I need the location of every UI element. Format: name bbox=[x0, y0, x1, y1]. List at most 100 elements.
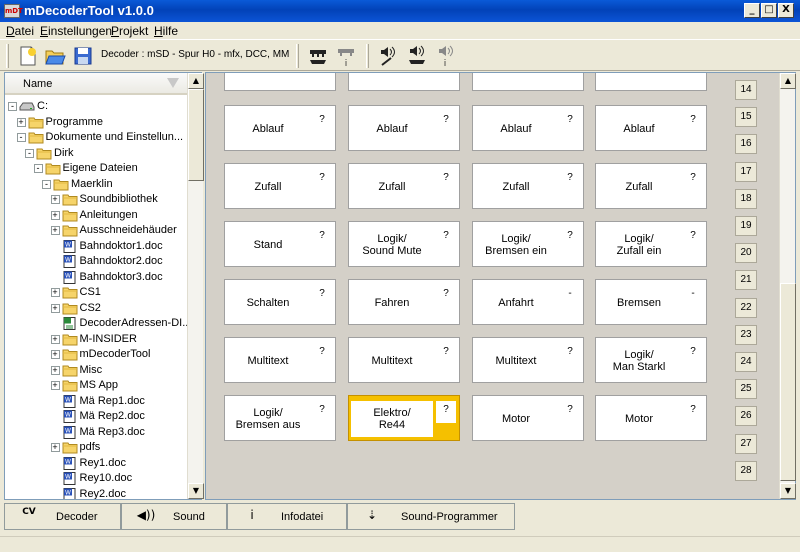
tab-decoder[interactable]: CV Decoder bbox=[4, 503, 121, 530]
expand-icon[interactable]: + bbox=[50, 443, 60, 452]
sound-slot[interactable]: Multitext? bbox=[224, 337, 336, 383]
minimize-button[interactable]: _ bbox=[744, 3, 760, 18]
sound-slot-status[interactable]: ? bbox=[436, 343, 456, 365]
sound-slot[interactable]: Multitext? bbox=[348, 337, 460, 383]
sound-write-icon[interactable] bbox=[377, 45, 399, 67]
slot-number-button[interactable]: 25 bbox=[735, 379, 757, 400]
scroll-down-button[interactable]: ▼ bbox=[188, 483, 204, 499]
sound-slot[interactable]: Ablauf? bbox=[472, 105, 584, 151]
sound-slot[interactable]: Schalten? bbox=[224, 279, 336, 325]
slot-number-button[interactable]: 26 bbox=[735, 406, 757, 427]
tree-item[interactable]: - Eigene Dateien bbox=[5, 161, 187, 176]
slot-number-button[interactable]: 15 bbox=[735, 107, 757, 128]
expand-icon[interactable]: + bbox=[50, 334, 60, 344]
open-folder-icon[interactable] bbox=[44, 45, 66, 67]
sound-slot[interactable] bbox=[595, 73, 707, 91]
slot-number-button[interactable]: 17 bbox=[735, 161, 757, 182]
maximize-button[interactable]: □ bbox=[761, 3, 777, 18]
sound-slot-status[interactable]: ? bbox=[683, 343, 703, 365]
sound-slot[interactable] bbox=[224, 73, 336, 91]
tree-item[interactable]: - Dirk bbox=[5, 146, 187, 161]
sound-slot[interactable]: Stand? bbox=[224, 221, 336, 267]
slot-number-button[interactable]: 23 bbox=[735, 324, 757, 345]
sound-slot-status[interactable]: ? bbox=[312, 169, 332, 191]
sound-slot[interactable]: Logik/Bremsen ein? bbox=[472, 221, 584, 267]
menu-hilfe[interactable]: Hilfe bbox=[154, 24, 178, 38]
sound-slot[interactable]: Zufall? bbox=[595, 163, 707, 209]
sound-slot-status[interactable]: ? bbox=[560, 111, 580, 133]
decoder-info-icon[interactable]: i bbox=[335, 45, 357, 67]
sound-slot[interactable]: Ablauf? bbox=[348, 105, 460, 151]
sound-slot[interactable]: Ablauf? bbox=[595, 105, 707, 151]
slot-number-button[interactable]: 27 bbox=[735, 433, 757, 454]
sound-slot-selected[interactable]: Elektro/Re44? bbox=[348, 395, 460, 441]
sound-slot[interactable]: Logik/Sound Mute? bbox=[348, 221, 460, 267]
sound-slot-status[interactable]: - bbox=[560, 285, 580, 307]
sound-slot-status[interactable]: ? bbox=[312, 227, 332, 249]
scroll-down-button[interactable]: ▼ bbox=[780, 483, 796, 499]
sound-slot-status[interactable]: ? bbox=[312, 401, 332, 423]
tree-item[interactable]: W Mä Rep3.doc bbox=[5, 425, 187, 440]
sound-slot-status[interactable]: ? bbox=[683, 111, 703, 133]
sound-slot[interactable]: Zufall? bbox=[224, 163, 336, 209]
slot-number-button[interactable]: 20 bbox=[735, 243, 757, 264]
tree-item[interactable]: + CS2 bbox=[5, 301, 187, 316]
tree-item[interactable]: - C: bbox=[5, 99, 187, 114]
sound-slot-status[interactable]: ? bbox=[436, 401, 456, 423]
tree-item[interactable]: + Ausschneidehäuder bbox=[5, 223, 187, 238]
tree-scrollbar[interactable]: ▲ ▼ bbox=[187, 73, 204, 499]
scroll-thumb[interactable] bbox=[780, 283, 796, 481]
sound-slot[interactable]: Multitext? bbox=[472, 337, 584, 383]
collapse-icon[interactable]: - bbox=[8, 102, 17, 111]
scroll-up-button[interactable]: ▲ bbox=[188, 73, 204, 89]
scroll-up-button[interactable]: ▲ bbox=[780, 73, 796, 89]
tree-item[interactable]: + Anleitungen bbox=[5, 208, 187, 223]
collapse-icon[interactable]: - bbox=[42, 179, 51, 189]
sound-info-icon[interactable]: i bbox=[434, 45, 456, 67]
sound-slot-status[interactable]: ? bbox=[436, 169, 456, 191]
tree-item[interactable]: + CS1 bbox=[5, 285, 187, 300]
sound-slot-status[interactable]: ? bbox=[312, 111, 332, 133]
sound-slot[interactable]: Motor? bbox=[595, 395, 707, 441]
sound-slot[interactable] bbox=[348, 73, 460, 91]
tree-item[interactable]: + Soundbibliothek bbox=[5, 192, 187, 207]
sound-slot-status[interactable]: ? bbox=[683, 401, 703, 423]
expand-icon[interactable]: + bbox=[50, 303, 60, 313]
sound-slot-status[interactable]: ? bbox=[560, 169, 580, 191]
expand-icon[interactable]: + bbox=[50, 381, 60, 390]
slot-number-button[interactable]: 21 bbox=[735, 270, 757, 291]
tree-item[interactable]: W Bahndoktor2.doc bbox=[5, 254, 187, 269]
tree-item[interactable]: + Programme bbox=[5, 115, 187, 130]
close-button[interactable]: X bbox=[778, 3, 794, 18]
collapse-icon[interactable]: - bbox=[25, 148, 34, 158]
sound-slot-status[interactable]: ? bbox=[683, 169, 703, 191]
sound-slot-status[interactable]: ? bbox=[560, 227, 580, 249]
sound-slot-status[interactable]: ? bbox=[312, 285, 332, 307]
tree-item[interactable]: - Maerklin bbox=[5, 177, 187, 192]
slot-number-button[interactable]: 16 bbox=[735, 134, 757, 155]
tree-item[interactable]: W Mä Rep1.doc bbox=[5, 394, 187, 409]
expand-icon[interactable]: + bbox=[50, 288, 60, 297]
sound-slot[interactable] bbox=[472, 73, 584, 91]
collapse-icon[interactable]: - bbox=[33, 164, 43, 173]
sound-slot-status[interactable]: ? bbox=[436, 227, 456, 249]
sound-slot-status[interactable]: ? bbox=[436, 285, 456, 307]
sound-slot[interactable]: Fahren? bbox=[348, 279, 460, 325]
sound-slot-status[interactable]: ? bbox=[560, 343, 580, 365]
sound-slot[interactable]: Logik/Zufall ein? bbox=[595, 221, 707, 267]
sound-slot[interactable]: Motor? bbox=[472, 395, 584, 441]
tree-item[interactable]: + MS App bbox=[5, 378, 187, 393]
grid-scrollbar[interactable]: ▲ ▼ bbox=[779, 73, 796, 499]
slot-number-button[interactable]: 22 bbox=[735, 297, 757, 318]
expand-icon[interactable]: + bbox=[16, 117, 26, 127]
sound-slot-status[interactable]: - bbox=[683, 285, 703, 307]
tree-item[interactable]: + M-INSIDER bbox=[5, 332, 187, 347]
scroll-thumb[interactable] bbox=[188, 89, 204, 181]
slot-number-button[interactable]: 14 bbox=[735, 80, 757, 100]
tab-sound[interactable]: ◀)) Sound bbox=[121, 503, 227, 530]
tree-item[interactable]: + pdfs bbox=[5, 440, 187, 455]
slot-number-button[interactable]: 18 bbox=[735, 188, 757, 209]
sound-slot[interactable]: Zufall? bbox=[472, 163, 584, 209]
slot-number-button[interactable]: 24 bbox=[735, 352, 757, 372]
tab-infodatei[interactable]: i Infodatei bbox=[227, 503, 347, 530]
